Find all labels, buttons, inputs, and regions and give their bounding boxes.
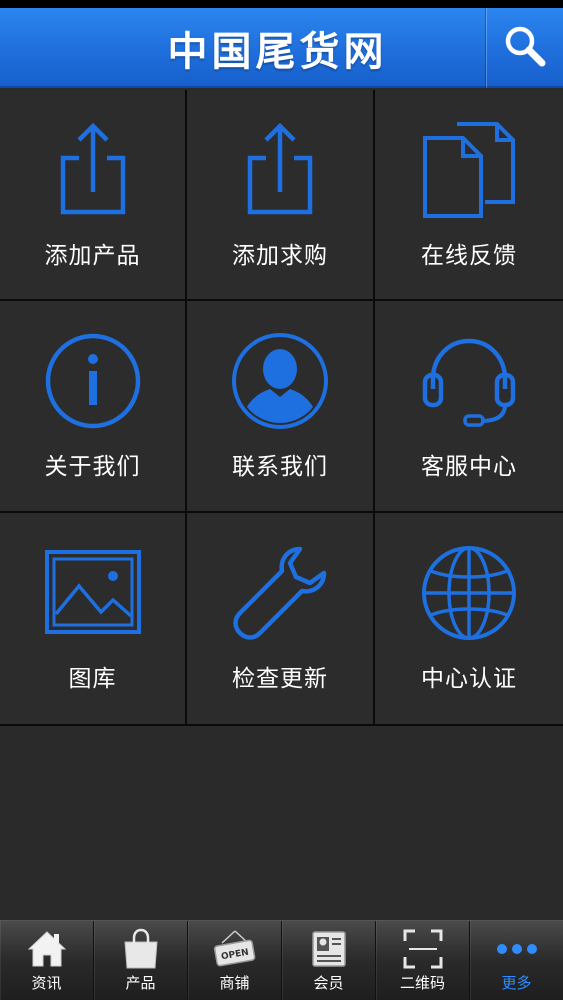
tab-products[interactable]: 产品 xyxy=(94,921,188,1000)
app-header: 中国尾货网 xyxy=(0,8,563,88)
status-bar xyxy=(0,0,563,8)
globe-icon xyxy=(419,543,519,643)
share-upload-icon xyxy=(43,120,143,220)
app-title: 中国尾货网 xyxy=(167,28,388,75)
gallery-button[interactable]: 图库 xyxy=(0,513,187,726)
open-sign-icon: OPEN xyxy=(207,927,263,971)
online-feedback-label: 在线反馈 xyxy=(421,243,517,269)
tab-qrcode[interactable]: 二维码 xyxy=(376,921,470,1000)
gallery-label: 图库 xyxy=(68,666,117,692)
tab-members[interactable]: 会员 xyxy=(282,921,376,1000)
tab-more[interactable]: 更多 xyxy=(470,921,563,1000)
about-us-button[interactable]: 关于我们 xyxy=(0,301,187,513)
shopping-bag-icon xyxy=(113,927,169,971)
picture-icon xyxy=(43,543,143,643)
info-icon xyxy=(43,331,143,431)
tab-products-label: 产品 xyxy=(125,974,156,992)
wrench-icon xyxy=(230,543,330,643)
qr-scan-icon xyxy=(395,927,451,971)
home-icon xyxy=(19,927,75,971)
contact-us-button[interactable]: 联系我们 xyxy=(187,301,375,513)
check-update-button[interactable]: 检查更新 xyxy=(187,513,375,726)
add-product-button[interactable]: 添加产品 xyxy=(0,90,187,301)
customer-service-label: 客服中心 xyxy=(421,454,517,480)
tab-news-label: 资讯 xyxy=(31,974,62,992)
tab-shops-label: 商铺 xyxy=(219,974,250,992)
add-purchase-label: 添加求购 xyxy=(232,243,328,269)
about-us-label: 关于我们 xyxy=(44,454,141,480)
search-button[interactable] xyxy=(485,8,563,88)
contact-us-label: 联系我们 xyxy=(232,454,328,480)
bottom-tab-bar: 资讯 产品 OPEN 商铺 会员 二维码 更多 xyxy=(0,920,563,1000)
headset-icon xyxy=(419,331,519,431)
tab-qrcode-label: 二维码 xyxy=(399,974,445,992)
tab-shops[interactable]: OPEN 商铺 xyxy=(188,921,282,1000)
customer-service-button[interactable]: 客服中心 xyxy=(375,301,563,513)
member-card-icon xyxy=(301,927,357,971)
check-update-label: 检查更新 xyxy=(232,666,328,692)
tab-members-label: 会员 xyxy=(313,974,344,992)
center-certification-button[interactable]: 中心认证 xyxy=(375,513,563,726)
documents-icon xyxy=(419,120,519,220)
add-product-label: 添加产品 xyxy=(44,243,141,269)
search-icon xyxy=(503,24,547,72)
center-certification-label: 中心认证 xyxy=(421,666,517,692)
online-feedback-button[interactable]: 在线反馈 xyxy=(375,90,563,301)
tab-news[interactable]: 资讯 xyxy=(0,921,94,1000)
add-purchase-button[interactable]: 添加求购 xyxy=(187,90,375,301)
more-dots-icon xyxy=(489,927,545,971)
share-upload-icon xyxy=(230,120,330,220)
menu-grid: 添加产品 添加求购 在线反馈 关于我们 联系我们 客服中心 图库 检查更新 中心… xyxy=(0,90,563,726)
tab-more-label: 更多 xyxy=(501,974,532,992)
person-icon xyxy=(230,331,330,431)
